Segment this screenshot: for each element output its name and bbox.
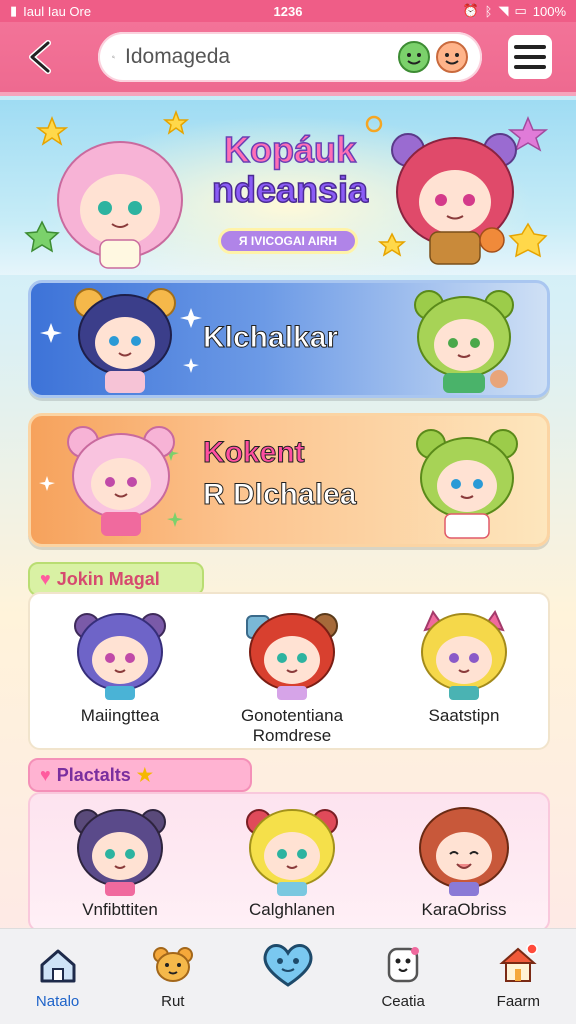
tab-label: Faarm — [496, 993, 541, 1010]
tab-home[interactable]: Natalo — [3, 929, 113, 1024]
section-tag[interactable]: ♥ Plactalts ★ — [28, 758, 252, 792]
tab-ceatia[interactable]: Ceatia — [348, 929, 458, 1024]
feature-card-orange[interactable]: Kokent R Dlchalea — [28, 413, 550, 547]
character-panel: Vnfibttiten Calghlanen KaraObriss — [28, 792, 550, 932]
star-icon — [508, 222, 548, 258]
sparkle-icon — [183, 358, 199, 373]
star-icon — [35, 115, 69, 146]
character-panel: Maiingttea Gonotentiana Romdrese Saatsti… — [28, 592, 550, 750]
search-bar[interactable] — [98, 32, 482, 82]
tab-faarm[interactable]: Faarm — [463, 929, 573, 1024]
heart-icon: ♥ — [40, 764, 51, 785]
character-name: Saatstipn — [428, 706, 500, 725]
banner-badge: Я IVICOGAI AIRH — [218, 228, 358, 254]
star-icon — [377, 232, 407, 257]
tab-rut[interactable]: Rut — [118, 929, 228, 1024]
bottom-tab-bar: Natalo Rut Ceatia Faarm — [0, 928, 576, 1024]
pet-icon — [387, 947, 420, 983]
blonde-hair-character-icon — [421, 609, 507, 700]
search-input[interactable] — [125, 45, 396, 69]
back-arrow-icon — [29, 40, 51, 74]
banner-title-line2: ndeansia — [211, 169, 369, 211]
heart-chat-icon — [263, 944, 313, 987]
back-button[interactable] — [18, 35, 62, 79]
search-icon — [112, 55, 115, 59]
house-icon — [499, 943, 539, 982]
star-icon: ★ — [136, 764, 153, 785]
purple-hair-character-icon — [74, 613, 166, 700]
orange-face-sticker-icon[interactable] — [434, 39, 470, 75]
star-icon — [24, 220, 60, 253]
star-icon — [162, 109, 190, 135]
clock: 1236 — [273, 3, 303, 19]
banner-title-line1: Kopáuk — [223, 129, 357, 171]
feature-card-blue[interactable]: Klchalkar — [28, 280, 550, 398]
status-bar: ▮ Iaul Iau Ore 1236 ⏰ ᛒ ◥ ▭ 100% — [0, 0, 576, 22]
character-card[interactable]: Saatstipn — [384, 606, 544, 726]
character-card[interactable]: Calghlanen — [212, 800, 372, 920]
sparkle-icon — [40, 323, 62, 343]
character-card[interactable]: Vnfibttiten — [40, 800, 200, 920]
red-hair-character-icon — [246, 613, 338, 700]
heart-icon: ♥ — [40, 568, 51, 589]
pink-hair-character-icon — [57, 141, 183, 269]
pink-hair-bear-ears-character-icon — [67, 426, 175, 536]
yellow-hair-character-icon — [246, 809, 338, 896]
auburn-hair-character-icon — [419, 807, 509, 896]
green-hair-character-icon — [414, 290, 514, 393]
home-icon — [40, 949, 76, 983]
sparkle-icon — [39, 476, 55, 491]
character-name: Vnfibttiten — [82, 900, 158, 919]
bear-icon — [152, 947, 193, 982]
character-card[interactable]: Gonotentiana Romdrese — [212, 606, 372, 746]
red-hair-character-icon — [391, 133, 517, 265]
tab-label: Ceatia — [381, 993, 425, 1010]
section-label: Plactalts — [56, 764, 131, 785]
navy-hair-character-icon — [74, 288, 176, 393]
section-tag[interactable]: ♥ Jokin Magal — [28, 562, 204, 596]
character-name: Maiingttea — [80, 706, 160, 725]
green-hair-bun-character-icon — [416, 429, 518, 539]
character-name: Calghlanen — [248, 900, 335, 919]
section-label: Jokin Magal — [56, 568, 160, 589]
tab-label: Natalo — [35, 993, 80, 1010]
card-title-line1: Kokent — [203, 436, 306, 470]
character-name: KaraObriss — [421, 900, 507, 919]
tab-label: Rut — [161, 993, 185, 1010]
top-bar — [0, 22, 576, 96]
dark-purple-hair-character-icon — [74, 809, 166, 896]
tab-chat[interactable] — [233, 929, 343, 1024]
character-name: Gonotentiana Romdrese — [240, 706, 344, 745]
character-card[interactable]: KaraObriss — [384, 800, 544, 920]
card-title: Klchalkar — [202, 321, 339, 355]
banner-title: Kopáuk ndeansia — [190, 129, 390, 211]
card-title-line2: R Dlchalea — [202, 478, 357, 512]
green-face-sticker-icon[interactable] — [396, 39, 432, 75]
sparkle-icon — [167, 512, 183, 527]
hamburger-icon — [514, 45, 546, 49]
menu-button[interactable] — [508, 35, 552, 79]
character-card[interactable]: Maiingttea — [40, 606, 200, 726]
sparkle-icon — [180, 308, 202, 328]
